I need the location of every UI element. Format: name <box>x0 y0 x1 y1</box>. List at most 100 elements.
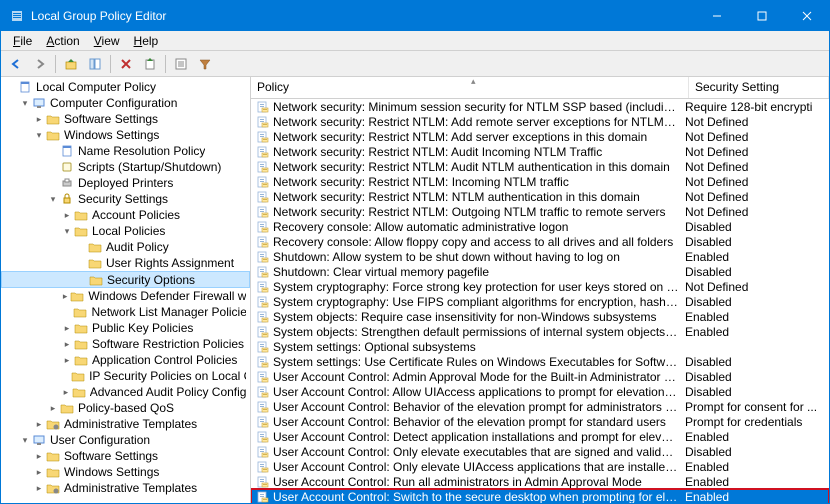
tree-item-user-windows-settings[interactable]: ▸Windows Settings <box>1 464 250 480</box>
policy-setting: Enabled <box>685 490 825 504</box>
tree-pane[interactable]: Local Computer Policy▾Computer Configura… <box>1 77 251 503</box>
minimize-button[interactable] <box>694 1 739 31</box>
tree-item-windows-defender-firewall[interactable]: ▸ Windows Defender Firewall with Advanced <box>1 288 250 304</box>
policy-row[interactable]: User Account Control: Only elevate execu… <box>251 444 829 459</box>
policy-row[interactable]: User Account Control: Switch to the secu… <box>251 489 829 503</box>
policy-row[interactable]: Recovery console: Allow floppy copy and … <box>251 234 829 249</box>
policy-name: System cryptography: Use FIPS compliant … <box>273 295 685 309</box>
tree-item-deployed-printers[interactable]: Deployed Printers <box>1 175 250 191</box>
tree-item-account-policies[interactable]: ▸Account Policies <box>1 207 250 223</box>
tree-item-root[interactable]: Local Computer Policy <box>1 79 250 95</box>
policy-list[interactable]: Network security: Minimum session securi… <box>251 99 829 503</box>
policy-row[interactable]: System objects: Require case insensitivi… <box>251 309 829 324</box>
policy-row[interactable]: User Account Control: Detect application… <box>251 429 829 444</box>
policy-row[interactable]: Network security: Restrict NTLM: Audit I… <box>251 144 829 159</box>
expander-icon[interactable]: ▸ <box>61 339 73 350</box>
policy-icon <box>255 205 271 219</box>
tree-item-scripts[interactable]: Scripts (Startup/Shutdown) <box>1 159 250 175</box>
tree-item-name-resolution-policy[interactable]: Name Resolution Policy <box>1 143 250 159</box>
tree-label: Windows Defender Firewall with Advanced <box>88 289 246 303</box>
tree-item-policy-based-qos[interactable]: ▸Policy-based QoS <box>1 400 250 416</box>
close-button[interactable] <box>784 1 829 31</box>
policy-row[interactable]: Shutdown: Clear virtual memory pagefileD… <box>251 264 829 279</box>
expander-icon[interactable]: ▸ <box>47 403 59 414</box>
tree-label: Administrative Templates <box>64 417 197 431</box>
filter-button[interactable] <box>194 53 216 75</box>
policy-row[interactable]: Network security: Restrict NTLM: Audit N… <box>251 159 829 174</box>
expander-icon[interactable]: ▸ <box>61 387 71 398</box>
tree-item-software-restriction-policies[interactable]: ▸Software Restriction Policies <box>1 336 250 352</box>
menu-action[interactable]: Action <box>40 33 85 49</box>
expander-icon[interactable]: ▾ <box>33 130 45 141</box>
export-button[interactable] <box>139 53 161 75</box>
tree-item-ip-security-policies[interactable]: IP Security Policies on Local Computer <box>1 368 250 384</box>
expander-icon[interactable]: ▾ <box>47 194 59 205</box>
policy-row[interactable]: Network security: Restrict NTLM: Add rem… <box>251 114 829 129</box>
policy-row[interactable]: System cryptography: Force strong key pr… <box>251 279 829 294</box>
audit-policy-icon <box>87 240 103 254</box>
menu-help[interactable]: Help <box>128 33 165 49</box>
tree-item-user-rights-assignment[interactable]: User Rights Assignment <box>1 255 250 271</box>
expander-icon[interactable]: ▸ <box>61 210 73 221</box>
expander-icon[interactable]: ▸ <box>61 323 73 334</box>
up-button[interactable] <box>60 53 82 75</box>
expander-icon[interactable]: ▸ <box>33 451 45 462</box>
tree-item-user-configuration[interactable]: ▾User Configuration <box>1 432 250 448</box>
col-policy[interactable]: Policy <box>251 77 689 98</box>
policy-row[interactable]: Network security: Minimum session securi… <box>251 99 829 114</box>
policy-row[interactable]: User Account Control: Run all administra… <box>251 474 829 489</box>
policy-row[interactable]: Network security: Restrict NTLM: NTLM au… <box>251 189 829 204</box>
policy-row[interactable]: Recovery console: Allow automatic admini… <box>251 219 829 234</box>
expander-icon[interactable]: ▾ <box>19 435 31 446</box>
policy-row[interactable]: System objects: Strengthen default permi… <box>251 324 829 339</box>
back-button[interactable] <box>5 53 27 75</box>
policy-row[interactable]: User Account Control: Allow UIAccess app… <box>251 384 829 399</box>
delete-button[interactable] <box>115 53 137 75</box>
policy-row[interactable]: Network security: Restrict NTLM: Incomin… <box>251 174 829 189</box>
policy-row[interactable]: System settings: Use Certificate Rules o… <box>251 354 829 369</box>
menu-file[interactable]: File <box>7 33 38 49</box>
tree-item-user-software-settings[interactable]: ▸Software Settings <box>1 448 250 464</box>
tree-item-software-settings[interactable]: ▸Software Settings <box>1 111 250 127</box>
policy-name: Network security: Restrict NTLM: Add ser… <box>273 130 685 144</box>
policy-icon <box>255 160 271 174</box>
tree-label: Name Resolution Policy <box>78 144 205 158</box>
tree-item-administrative-templates[interactable]: ▸ Administrative Templates <box>1 416 250 432</box>
tree-item-windows-settings[interactable]: ▾Windows Settings <box>1 127 250 143</box>
tree-item-local-policies[interactable]: ▾Local Policies <box>1 223 250 239</box>
tree-item-public-key-policies[interactable]: ▸Public Key Policies <box>1 320 250 336</box>
menu-view[interactable]: View <box>88 33 126 49</box>
tree-item-computer-configuration[interactable]: ▾Computer Configuration <box>1 95 250 111</box>
tree-item-security-options[interactable]: Security Options <box>1 271 250 288</box>
policy-row[interactable]: System settings: Optional subsystems <box>251 339 829 354</box>
tree-item-advanced-audit-policy[interactable]: ▸Advanced Audit Policy Configuration <box>1 384 250 400</box>
policy-row[interactable]: Shutdown: Allow system to be shut down w… <box>251 249 829 264</box>
expander-icon[interactable]: ▾ <box>19 98 31 109</box>
policy-name: User Account Control: Admin Approval Mod… <box>273 370 685 384</box>
policy-row[interactable]: Network security: Restrict NTLM: Outgoin… <box>251 204 829 219</box>
expander-icon[interactable]: ▾ <box>61 226 73 237</box>
expander-icon[interactable]: ▸ <box>33 467 45 478</box>
policy-row[interactable]: User Account Control: Only elevate UIAcc… <box>251 459 829 474</box>
forward-button[interactable] <box>29 53 51 75</box>
policy-row[interactable]: User Account Control: Admin Approval Mod… <box>251 369 829 384</box>
tree-item-audit-policy[interactable]: Audit Policy <box>1 239 250 255</box>
policy-row[interactable]: System cryptography: Use FIPS compliant … <box>251 294 829 309</box>
expander-icon[interactable]: ▸ <box>33 483 45 494</box>
expander-icon[interactable]: ▸ <box>61 291 69 302</box>
expander-icon[interactable]: ▸ <box>61 355 73 366</box>
tree-item-network-list-manager[interactable]: Network List Manager Policies <box>1 304 250 320</box>
tree-item-user-administrative-templates[interactable]: ▸Administrative Templates <box>1 480 250 496</box>
expander-icon[interactable]: ▸ <box>33 114 45 125</box>
maximize-button[interactable] <box>739 1 784 31</box>
expander-icon[interactable]: ▸ <box>33 419 45 430</box>
tree-label: Network List Manager Policies <box>91 305 246 319</box>
show-hide-tree-button[interactable] <box>84 53 106 75</box>
policy-row[interactable]: Network security: Restrict NTLM: Add ser… <box>251 129 829 144</box>
properties-button[interactable] <box>170 53 192 75</box>
policy-row[interactable]: User Account Control: Behavior of the el… <box>251 414 829 429</box>
col-setting[interactable]: Security Setting <box>689 77 829 98</box>
tree-item-security-settings[interactable]: ▾Security Settings <box>1 191 250 207</box>
policy-row[interactable]: User Account Control: Behavior of the el… <box>251 399 829 414</box>
tree-item-application-control-policies[interactable]: ▸Application Control Policies <box>1 352 250 368</box>
